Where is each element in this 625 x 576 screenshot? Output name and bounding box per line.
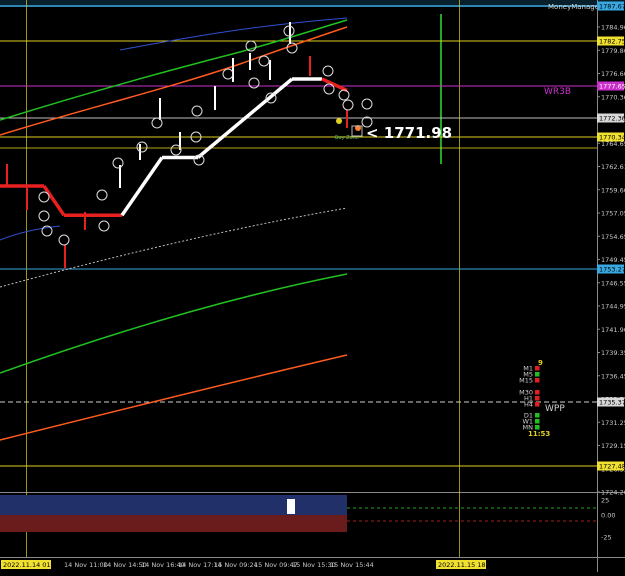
price-tick-label: 1741.90 xyxy=(601,326,625,334)
time-tick-label: 15 Nov 09:24 xyxy=(214,561,258,569)
time-start-tag: 2022.11.14 01:00 xyxy=(3,561,61,569)
wpp-label: WPP xyxy=(545,404,565,414)
wr3b-label: WR3B xyxy=(544,87,571,97)
price-tick-label: 1757.05 xyxy=(601,210,625,218)
time-tick-label: 14 Nov 11:00 xyxy=(64,561,108,569)
ma-blue-upper xyxy=(119,17,348,51)
timeframe-status-square xyxy=(535,366,540,371)
time-axis: 2022.11.14 01:00 14 Nov 11:0014 Nov 14:50… xyxy=(1,560,496,569)
sub-axis: 25 0.00 -25 xyxy=(601,497,615,542)
price-tick-label: 1731.25 xyxy=(601,419,625,427)
current-price-label: < 1771.98 xyxy=(366,124,452,142)
timeframe-label: M15 xyxy=(519,377,533,385)
price-tick-label: 1744.95 xyxy=(601,303,625,311)
money-manager-label[interactable]: MoneyManager xyxy=(548,3,602,11)
sub-bear-area xyxy=(0,515,347,532)
price-tag-label: 1727.48 xyxy=(599,463,625,471)
timeframe-top-value: 9 xyxy=(538,359,543,367)
sub-axis-label: 0.00 xyxy=(601,512,615,520)
price-tick-label: 1736.45 xyxy=(601,372,625,380)
sub-white-marker xyxy=(287,499,295,514)
price-tick-label: 1770.36 xyxy=(601,93,625,101)
timeframe-status-square xyxy=(535,396,540,401)
ema-orange-lower xyxy=(0,354,348,441)
sub-axis-label: 25 xyxy=(601,497,609,505)
price-tick-label: 1749.45 xyxy=(601,256,625,264)
price-tick-label: 1754.65 xyxy=(601,233,625,241)
price-tick-label: 1739.35 xyxy=(601,349,625,357)
price-axis: 1784.961779.801776.601770.361767.701764.… xyxy=(597,24,625,497)
price-tick-label: 1762.61 xyxy=(601,163,625,171)
trading-chart[interactable]: MoneyManager WR3B WPP Buy Zone < 1771.98… xyxy=(0,0,625,572)
timeframe-status-square xyxy=(535,402,540,407)
price-tag-label: 1782.75 xyxy=(599,38,625,46)
timeframe-status-square xyxy=(535,378,540,383)
timeframe-label: H4 xyxy=(524,401,533,409)
price-tag-label: 1770.34 xyxy=(599,134,625,142)
price-tag-label: 1777.65 xyxy=(599,83,625,91)
timeframe-panel: 9 11:53 M1M5M15M30H1H4D1W1MN xyxy=(519,359,550,438)
trend-line xyxy=(0,77,348,218)
price-tag-label: 1772.36 xyxy=(599,115,625,123)
price-tag-label: 1753.27 xyxy=(599,266,625,274)
timeframe-status-square xyxy=(535,419,540,424)
price-tag-label: 1735.37 xyxy=(599,399,625,407)
time-tick-label: 15 Nov 15:44 xyxy=(330,561,374,569)
price-tick-label: 1746.55 xyxy=(601,279,625,287)
timeframe-status-square xyxy=(535,413,540,418)
price-tick-label: 1729.15 xyxy=(601,442,625,450)
ema-green-upper xyxy=(0,19,348,121)
timeframe-status-square xyxy=(535,425,540,430)
time-end-tag: 2022.11.15 18:22 xyxy=(438,561,496,569)
price-tick-label: 1724.20 xyxy=(601,489,625,497)
price-tick-label: 1759.60 xyxy=(601,186,625,194)
price-tick-label: 1784.96 xyxy=(601,24,625,32)
price-tick-label: 1779.80 xyxy=(601,47,625,55)
timeframe-label: MN xyxy=(523,424,534,432)
ema-green-lower xyxy=(0,273,348,374)
ma-dotted xyxy=(0,207,348,288)
price-tick-label: 1776.60 xyxy=(601,70,625,78)
ema-orange-upper xyxy=(0,26,348,136)
timeframe-status-square xyxy=(535,390,540,395)
sub-axis-label: -25 xyxy=(601,534,612,542)
signal-markers xyxy=(38,25,373,246)
price-tag-label: 1787.67 xyxy=(599,3,625,11)
trend-segment xyxy=(120,156,164,217)
timeframe-status-square xyxy=(535,372,540,377)
